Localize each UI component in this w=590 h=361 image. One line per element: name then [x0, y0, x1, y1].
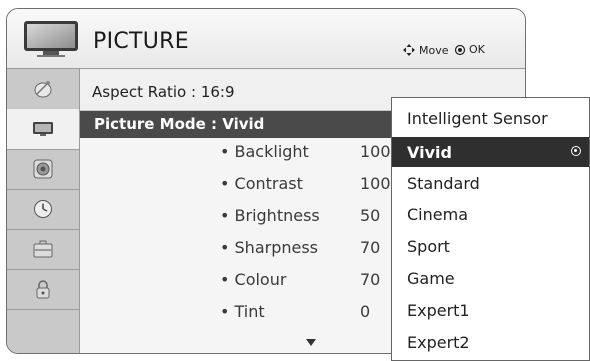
tv-icon	[24, 21, 78, 57]
dropdown-option-standard[interactable]: Standard	[392, 168, 589, 198]
setting-label: • Contrast	[220, 174, 303, 193]
dropdown-option-expert2[interactable]: Expert2	[392, 327, 589, 357]
move-hint-label: Move	[419, 43, 449, 57]
option-label: Sport	[407, 237, 450, 256]
option-label: Expert2	[407, 333, 470, 352]
aspect-ratio-label: Aspect Ratio : 16:9	[92, 83, 235, 101]
dropdown-option-vivid[interactable]: Vivid	[392, 137, 589, 167]
navigation-arrows-icon	[403, 44, 415, 56]
ok-button-icon	[454, 44, 466, 55]
lock-icon	[36, 280, 50, 299]
menu-header: PICTURE Move OK	[7, 9, 525, 69]
page-title: PICTURE	[93, 29, 189, 54]
selected-radio-icon	[571, 146, 581, 156]
sidebar-item-audio[interactable]	[7, 149, 79, 190]
setting-label: • Colour	[220, 270, 287, 289]
setting-label: • Brightness	[220, 206, 320, 225]
picture-mode-label: Picture Mode : Vivid	[94, 115, 265, 133]
move-hint: Move	[402, 43, 449, 57]
option-label: Game	[407, 269, 455, 288]
satellite-icon	[34, 81, 52, 98]
option-label: Vivid	[407, 143, 452, 162]
option-label: Standard	[407, 174, 480, 193]
clock-icon	[34, 200, 52, 218]
setting-value: 100	[360, 174, 391, 193]
dropdown-option-sport[interactable]: Sport	[392, 231, 589, 261]
dropdown-option-intelligent-sensor[interactable]: Intelligent Sensor	[392, 103, 589, 133]
ok-hint-label: OK	[469, 43, 485, 56]
sidebar-item-lock[interactable]	[7, 269, 79, 310]
option-label: Expert1	[407, 301, 470, 320]
scroll-down-arrow-icon[interactable]	[306, 339, 316, 346]
option-label: Intelligent Sensor	[407, 109, 548, 128]
picture-mode-dropdown: Intelligent Sensor Vivid Standard Cinema…	[391, 97, 590, 361]
dropdown-option-game[interactable]: Game	[392, 263, 589, 293]
dropdown-option-expert1[interactable]: Expert1	[392, 295, 589, 325]
setting-value: 50	[360, 206, 381, 225]
setting-value: 70	[360, 270, 381, 289]
option-label: Cinema	[407, 205, 468, 224]
setting-label: • Sharpness	[220, 238, 319, 257]
tv-icon	[33, 122, 53, 136]
category-sidebar	[7, 69, 80, 353]
speaker-icon	[33, 159, 53, 179]
sidebar-filler	[7, 309, 79, 353]
setting-label: • Tint	[220, 302, 265, 321]
sidebar-item-option[interactable]	[7, 229, 79, 270]
sidebar-item-channel[interactable]	[7, 69, 79, 110]
ok-hint: OK	[454, 43, 485, 56]
sidebar-item-picture[interactable]	[7, 109, 79, 150]
setting-value: 0	[360, 302, 371, 321]
setting-value: 100	[360, 142, 391, 161]
sidebar-item-time[interactable]	[7, 189, 79, 230]
setting-value: 70	[360, 238, 381, 257]
setting-label: • Backlight	[220, 142, 309, 161]
dropdown-option-cinema[interactable]: Cinema	[392, 199, 589, 229]
toolbox-icon	[33, 240, 53, 258]
